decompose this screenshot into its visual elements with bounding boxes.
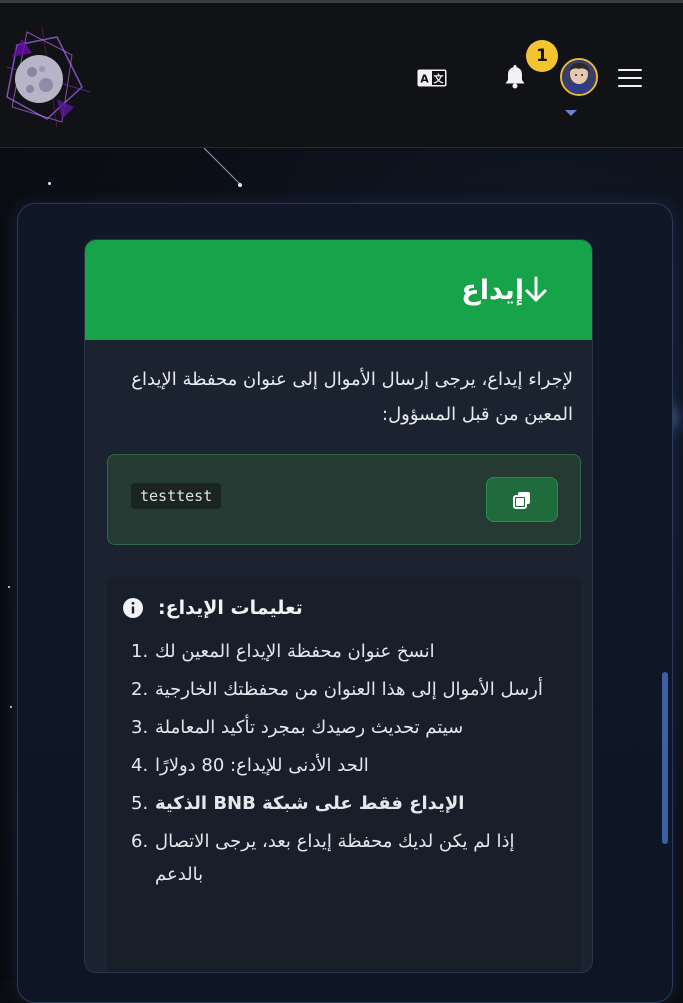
translate-icon: A 文 xyxy=(417,69,447,87)
deposit-instructions: تعليمات الإيداع: 1. انسخ عنوان محفظة الإ… xyxy=(107,577,581,972)
hamburger-menu-icon[interactable] xyxy=(614,63,646,93)
arrow-down-icon xyxy=(525,276,547,302)
deposit-card-header: إيداع xyxy=(85,240,592,340)
list-item: 4. الحد الأدنى للإيداع: 80 دولارًا xyxy=(131,755,369,776)
site-logo[interactable] xyxy=(2,26,92,129)
list-item: 1. انسخ عنوان محفظة الإيداع المعين لك xyxy=(131,641,435,662)
list-item: 2. أرسل الأموال إلى هذا العنوان من محفظت… xyxy=(131,679,543,700)
list-item: 5. الإيداع فقط على شبكة BNB الذكية xyxy=(131,793,465,814)
svg-text:文: 文 xyxy=(434,73,445,86)
chevron-down-icon[interactable] xyxy=(564,109,578,117)
bell-icon xyxy=(505,65,525,89)
instructions-heading: تعليمات الإيداع: xyxy=(122,595,327,621)
deposit-title: إيداع xyxy=(461,274,524,306)
deposit-address[interactable]: testtest xyxy=(131,483,222,509)
top-header: A 文 1 xyxy=(0,3,683,148)
copy-icon xyxy=(513,491,530,509)
deposit-card: إيداع لإجراء إيداع، يرجى إرسال الأموال إ… xyxy=(84,239,593,973)
scrollbar[interactable] xyxy=(662,672,668,844)
instructions-title: تعليمات الإيداع: xyxy=(158,597,303,619)
list-item: 6. إذا لم يكن لديك محفظة إيداع بعد، يرجى… xyxy=(131,831,515,885)
deposit-address-box: testtest xyxy=(107,454,581,545)
translate-button[interactable]: A 文 xyxy=(414,65,450,91)
notifications-button[interactable] xyxy=(498,60,532,94)
svg-text:A: A xyxy=(420,73,429,86)
user-avatar[interactable] xyxy=(560,58,598,96)
notification-badge: 1 xyxy=(526,40,558,72)
copy-address-button[interactable] xyxy=(486,477,558,522)
instructions-list: 1. انسخ عنوان محفظة الإيداع المعين لك 2.… xyxy=(131,635,561,896)
info-icon xyxy=(123,598,143,618)
list-item: 3. سيتم تحديث رصيدك بمجرد تأكيد المعاملة xyxy=(131,717,464,738)
deposit-description: لإجراء إيداع، يرجى إرسال الأموال إلى عنو… xyxy=(131,369,573,425)
